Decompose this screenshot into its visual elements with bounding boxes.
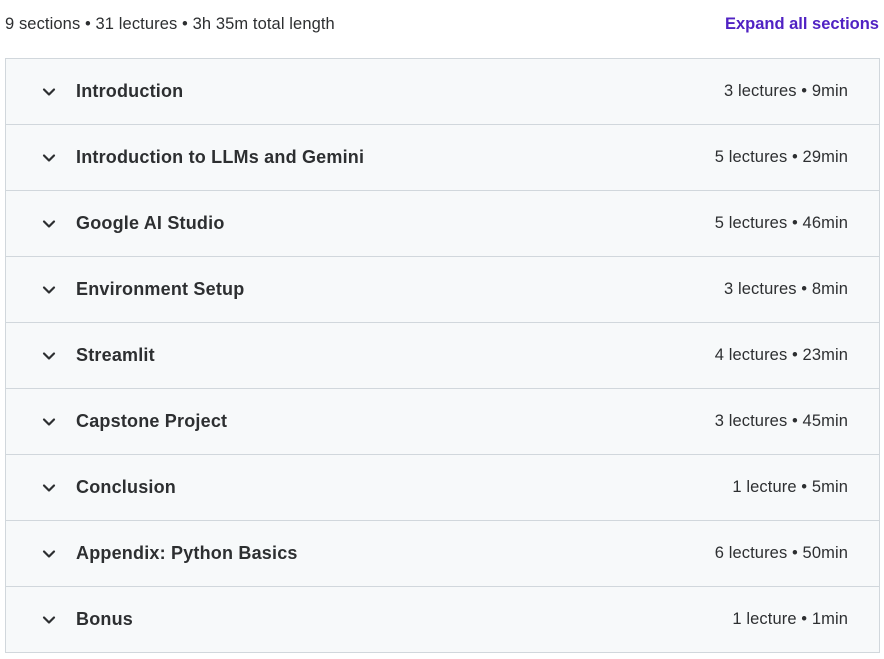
chevron-down-icon bbox=[41, 282, 57, 298]
section-row[interactable]: Introduction 3 lectures • 9min bbox=[6, 59, 879, 125]
section-meta: 3 lectures • 9min bbox=[724, 82, 848, 100]
chevron-down-icon bbox=[41, 150, 57, 166]
section-meta: 5 lectures • 29min bbox=[714, 148, 848, 166]
section-title: Bonus bbox=[76, 609, 133, 629]
section-row[interactable]: Bonus 1 lecture • 1min bbox=[6, 587, 879, 653]
section-title: Introduction bbox=[76, 81, 184, 101]
curriculum-summary-bar: 9 sections • 31 lectures • 3h 35m total … bbox=[0, 0, 884, 58]
section-meta: 3 lectures • 8min bbox=[724, 280, 848, 298]
section-row[interactable]: Google AI Studio 5 lectures • 46min bbox=[6, 191, 879, 257]
section-meta: 4 lectures • 23min bbox=[714, 346, 848, 364]
section-row[interactable]: Capstone Project 3 lectures • 45min bbox=[6, 389, 879, 455]
expand-all-sections-button[interactable]: Expand all sections bbox=[725, 15, 879, 34]
curriculum-summary: 9 sections • 31 lectures • 3h 35m total … bbox=[5, 14, 335, 33]
section-title: Conclusion bbox=[76, 477, 176, 497]
section-meta: 1 lecture • 1min bbox=[732, 610, 848, 628]
chevron-down-icon bbox=[41, 216, 57, 232]
section-title: Environment Setup bbox=[76, 279, 245, 299]
section-meta: 6 lectures • 50min bbox=[714, 544, 848, 562]
chevron-down-icon bbox=[41, 84, 57, 100]
section-meta: 1 lecture • 5min bbox=[732, 478, 848, 496]
section-meta: 5 lectures • 46min bbox=[714, 214, 848, 232]
section-title: Capstone Project bbox=[76, 411, 228, 431]
chevron-down-icon bbox=[41, 414, 57, 430]
section-meta: 3 lectures • 45min bbox=[714, 412, 848, 430]
chevron-down-icon bbox=[41, 612, 57, 628]
section-list: Introduction 3 lectures • 9min Introduct… bbox=[5, 58, 880, 653]
course-curriculum: 9 sections • 31 lectures • 3h 35m total … bbox=[0, 0, 884, 659]
section-title: Streamlit bbox=[76, 345, 155, 365]
section-row[interactable]: Conclusion 1 lecture • 5min bbox=[6, 455, 879, 521]
section-title: Introduction to LLMs and Gemini bbox=[76, 147, 365, 167]
chevron-down-icon bbox=[41, 546, 57, 562]
chevron-down-icon bbox=[41, 348, 57, 364]
section-title: Appendix: Python Basics bbox=[76, 543, 298, 563]
section-title: Google AI Studio bbox=[76, 213, 225, 233]
section-row[interactable]: Streamlit 4 lectures • 23min bbox=[6, 323, 879, 389]
section-row[interactable]: Introduction to LLMs and Gemini 5 lectur… bbox=[6, 125, 879, 191]
section-row[interactable]: Appendix: Python Basics 6 lectures • 50m… bbox=[6, 521, 879, 587]
chevron-down-icon bbox=[41, 480, 57, 496]
section-row[interactable]: Environment Setup 3 lectures • 8min bbox=[6, 257, 879, 323]
